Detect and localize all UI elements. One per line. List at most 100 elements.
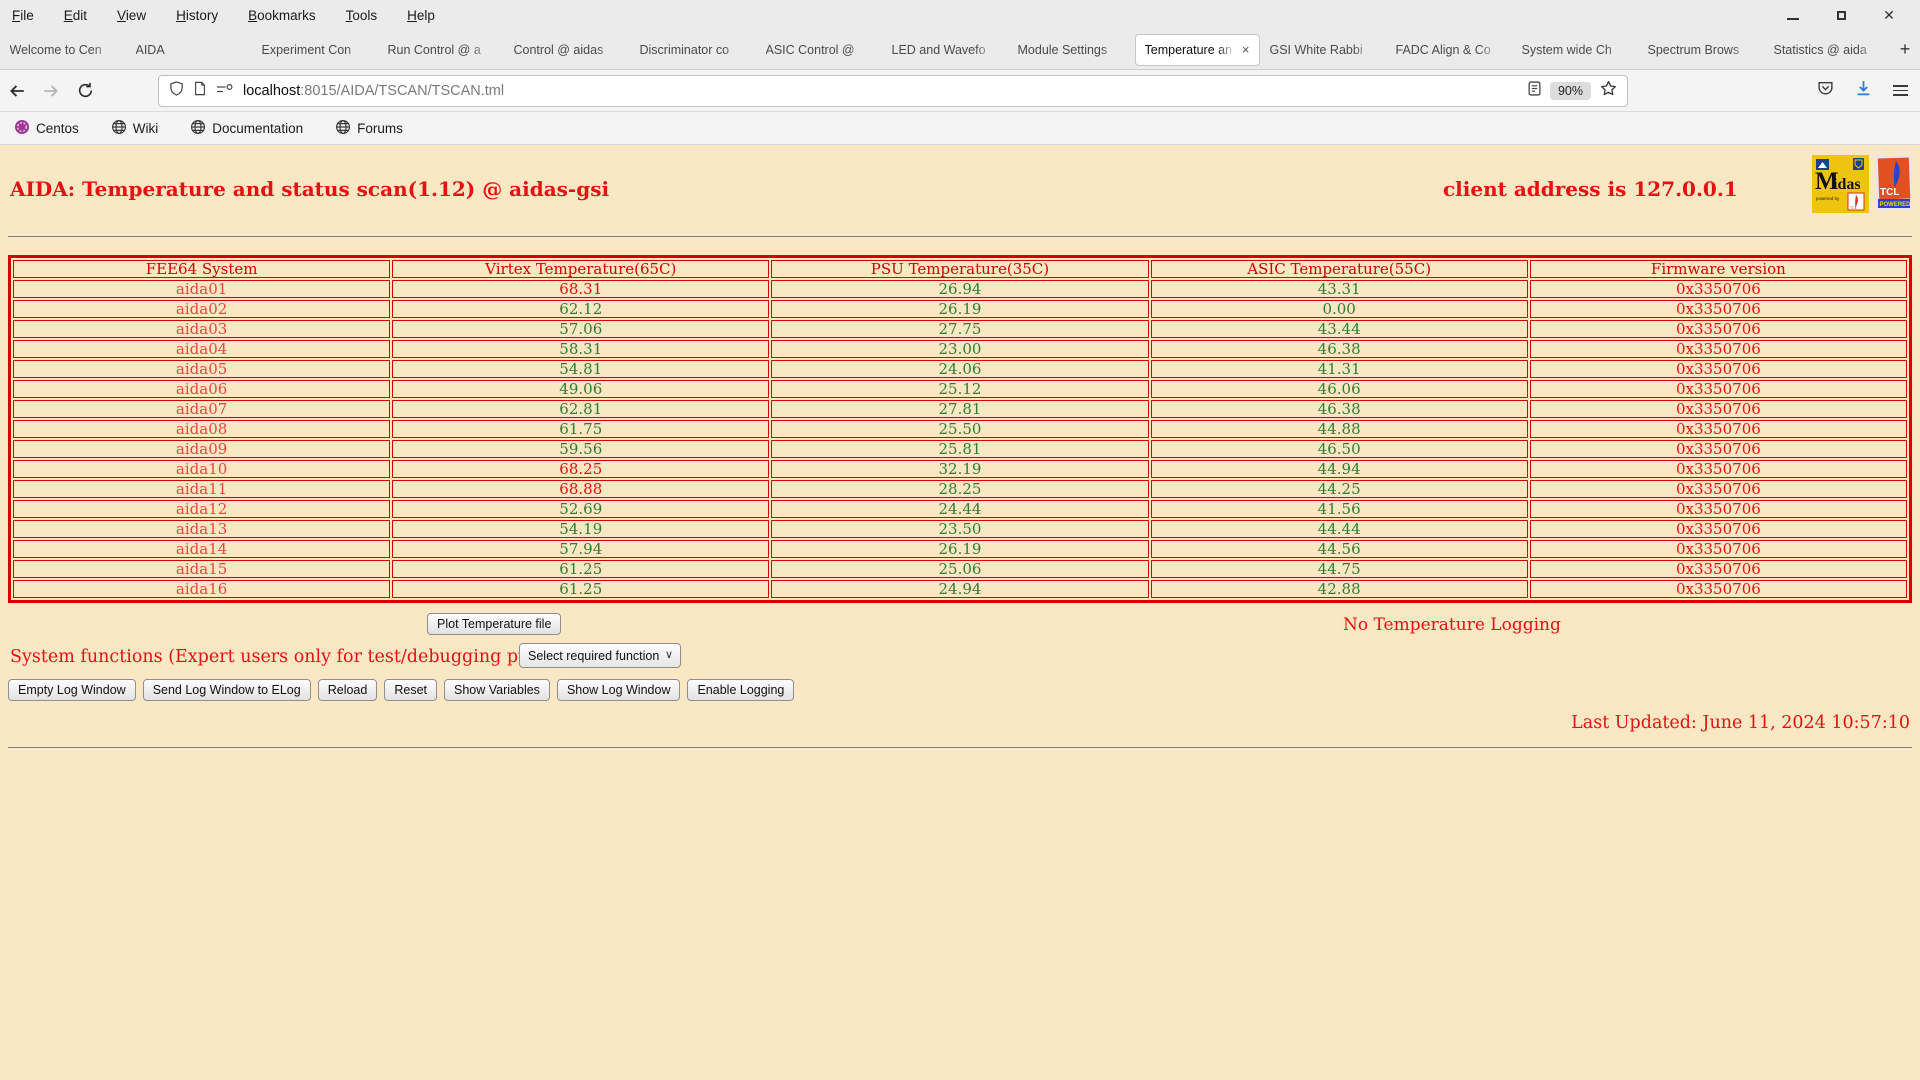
col-header-firmware: Firmware version <box>1530 260 1907 278</box>
table-row: aida03 57.06 27.75 43.44 0x3350706 <box>13 320 1907 338</box>
bookmark-documentation[interactable]: Documentation <box>190 119 303 138</box>
tab-fadc-align[interactable]: FADC Align & Co <box>1387 34 1512 66</box>
menu-help[interactable]: Help <box>407 8 435 23</box>
function-select[interactable]: Select required function <box>519 643 681 668</box>
menu-view[interactable]: View <box>117 8 146 23</box>
col-header-psu: PSU Temperature(35C) <box>771 260 1148 278</box>
col-header-virtex: Virtex Temperature(65C) <box>392 260 769 278</box>
table-row: aida06 49.06 25.12 46.06 0x3350706 <box>13 380 1907 398</box>
permissions-icon[interactable] <box>216 83 234 99</box>
enable-logging-button[interactable]: Enable Logging <box>687 679 794 701</box>
tab-gsi-white-rabbit[interactable]: GSI White Rabbi <box>1261 34 1386 66</box>
svg-text:TCL: TCL <box>1850 206 1857 210</box>
tab-bar: Welcome to Cen AIDA Experiment Con Run C… <box>0 30 1920 70</box>
page-content: AIDA: Temperature and status scan(1.12) … <box>0 145 1920 1080</box>
table-row: aida05 54.81 24.06 41.31 0x3350706 <box>13 360 1907 378</box>
menu-file[interactable]: File <box>12 8 34 23</box>
url-path: :8015/AIDA/TSCAN/TSCAN.tml <box>300 83 504 99</box>
centos-icon <box>14 119 30 138</box>
table-row: aida16 61.25 24.94 42.88 0x3350706 <box>13 580 1907 598</box>
client-address: client address is 127.0.0.1 <box>1443 177 1738 201</box>
midas-logo: M idas powered by TCL <box>1812 155 1869 217</box>
table-row: aida02 62.12 26.19 0.00 0x3350706 <box>13 300 1907 318</box>
page-title: AIDA: Temperature and status scan(1.12) … <box>10 177 609 201</box>
bookmark-forums[interactable]: Forums <box>335 119 403 138</box>
tab-temperature-active[interactable]: Temperature an × <box>1135 34 1260 66</box>
empty-log-window-button[interactable]: Empty Log Window <box>8 679 136 701</box>
tab-module-settings[interactable]: Module Settings <box>1009 34 1134 66</box>
tab-control[interactable]: Control @ aidas <box>505 34 630 66</box>
tab-welcome[interactable]: Welcome to Cen <box>1 34 126 66</box>
table-row: aida08 61.75 25.50 44.88 0x3350706 <box>13 420 1907 438</box>
show-log-window-button[interactable]: Show Log Window <box>557 679 681 701</box>
tab-run-control[interactable]: Run Control @ a <box>379 34 504 66</box>
reset-button[interactable]: Reset <box>384 679 437 701</box>
tab-statistics[interactable]: Statistics @ aida <box>1765 34 1890 66</box>
send-log-to-elog-button[interactable]: Send Log Window to ELog <box>143 679 311 701</box>
svg-text:TCL: TCL <box>1880 187 1899 198</box>
back-icon[interactable] <box>0 82 34 100</box>
bookmark-star-icon[interactable] <box>1600 80 1617 101</box>
svg-text:idas: idas <box>1833 176 1861 193</box>
show-variables-button[interactable]: Show Variables <box>444 679 550 701</box>
tab-asic-control[interactable]: ASIC Control @ <box>757 34 882 66</box>
url-host: localhost <box>243 83 300 99</box>
minimize-button[interactable] <box>1782 6 1804 24</box>
function-select-wrap: Select required function ∨ <box>519 643 681 668</box>
bookmark-wiki[interactable]: Wiki <box>111 119 159 138</box>
tab-led-waveform[interactable]: LED and Wavefo <box>883 34 1008 66</box>
table-row: aida04 58.31 23.00 46.38 0x3350706 <box>13 340 1907 358</box>
window-controls: ✕ <box>1782 6 1908 24</box>
tab-aida[interactable]: AIDA <box>127 34 252 66</box>
reload-icon[interactable] <box>68 82 102 99</box>
downloads-icon[interactable] <box>1855 80 1872 102</box>
navigation-toolbar: localhost:8015/AIDA/TSCAN/TSCAN.tml 90% <box>0 70 1920 112</box>
plot-temperature-button[interactable]: Plot Temperature file <box>427 613 561 635</box>
last-updated-timestamp: Last Updated: June 11, 2024 10:57:10 <box>1571 713 1910 733</box>
url-bar[interactable]: localhost:8015/AIDA/TSCAN/TSCAN.tml 90% <box>158 75 1628 107</box>
table-row: aida09 59.56 25.81 46.50 0x3350706 <box>13 440 1907 458</box>
menu-bookmarks[interactable]: Bookmarks <box>248 8 316 23</box>
reader-mode-icon[interactable] <box>1528 81 1541 100</box>
table-row: aida01 68.31 26.94 43.31 0x3350706 <box>13 280 1907 298</box>
table-row: aida12 52.69 24.44 41.56 0x3350706 <box>13 500 1907 518</box>
globe-icon <box>111 119 127 138</box>
page-info-icon[interactable] <box>193 81 207 100</box>
temperature-table: FEE64 System Virtex Temperature(65C) PSU… <box>8 255 1912 603</box>
tcl-powered-logo: TCL POWERED <box>1876 155 1912 214</box>
maximize-button[interactable] <box>1830 6 1852 24</box>
table-row: aida07 62.81 27.81 46.38 0x3350706 <box>13 400 1907 418</box>
new-tab-button[interactable]: + <box>1890 35 1920 65</box>
divider <box>8 747 1912 748</box>
shield-icon[interactable] <box>169 81 184 100</box>
table-row: aida13 54.19 23.50 44.44 0x3350706 <box>13 520 1907 538</box>
svg-text:POWERED: POWERED <box>1880 202 1912 208</box>
globe-icon <box>190 119 206 138</box>
tab-experiment[interactable]: Experiment Con <box>253 34 378 66</box>
forward-icon[interactable] <box>34 82 68 100</box>
tab-system-wide[interactable]: System wide Ch <box>1513 34 1638 66</box>
divider <box>8 236 1912 237</box>
app-menu-icon[interactable] <box>1893 85 1908 96</box>
table-row: aida14 57.94 26.19 44.56 0x3350706 <box>13 540 1907 558</box>
bookmarks-toolbar: Centos Wiki Documentation Forums <box>0 112 1920 145</box>
pocket-icon[interactable] <box>1817 80 1834 102</box>
table-header-row: FEE64 System Virtex Temperature(65C) PSU… <box>13 260 1907 278</box>
tab-close-icon[interactable]: × <box>1242 42 1250 57</box>
menu-history[interactable]: History <box>176 8 218 23</box>
col-header-asic: ASIC Temperature(55C) <box>1151 260 1528 278</box>
menu-bar: File Edit View History Bookmarks Tools H… <box>0 0 1920 30</box>
url-text[interactable]: localhost:8015/AIDA/TSCAN/TSCAN.tml <box>243 83 504 99</box>
menu-tools[interactable]: Tools <box>346 8 378 23</box>
tab-spectrum-browser[interactable]: Spectrum Brows <box>1639 34 1764 66</box>
table-row: aida10 68.25 32.19 44.94 0x3350706 <box>13 460 1907 478</box>
table-row: aida11 68.88 28.25 44.25 0x3350706 <box>13 480 1907 498</box>
menu-edit[interactable]: Edit <box>64 8 87 23</box>
bookmark-centos[interactable]: Centos <box>14 119 79 138</box>
reload-button[interactable]: Reload <box>318 679 378 701</box>
close-button[interactable]: ✕ <box>1878 6 1900 24</box>
logging-status: No Temperature Logging <box>1343 615 1561 635</box>
tab-discriminator[interactable]: Discriminator co <box>631 34 756 66</box>
zoom-level-badge[interactable]: 90% <box>1550 82 1591 100</box>
svg-text:powered by: powered by <box>1816 196 1840 201</box>
